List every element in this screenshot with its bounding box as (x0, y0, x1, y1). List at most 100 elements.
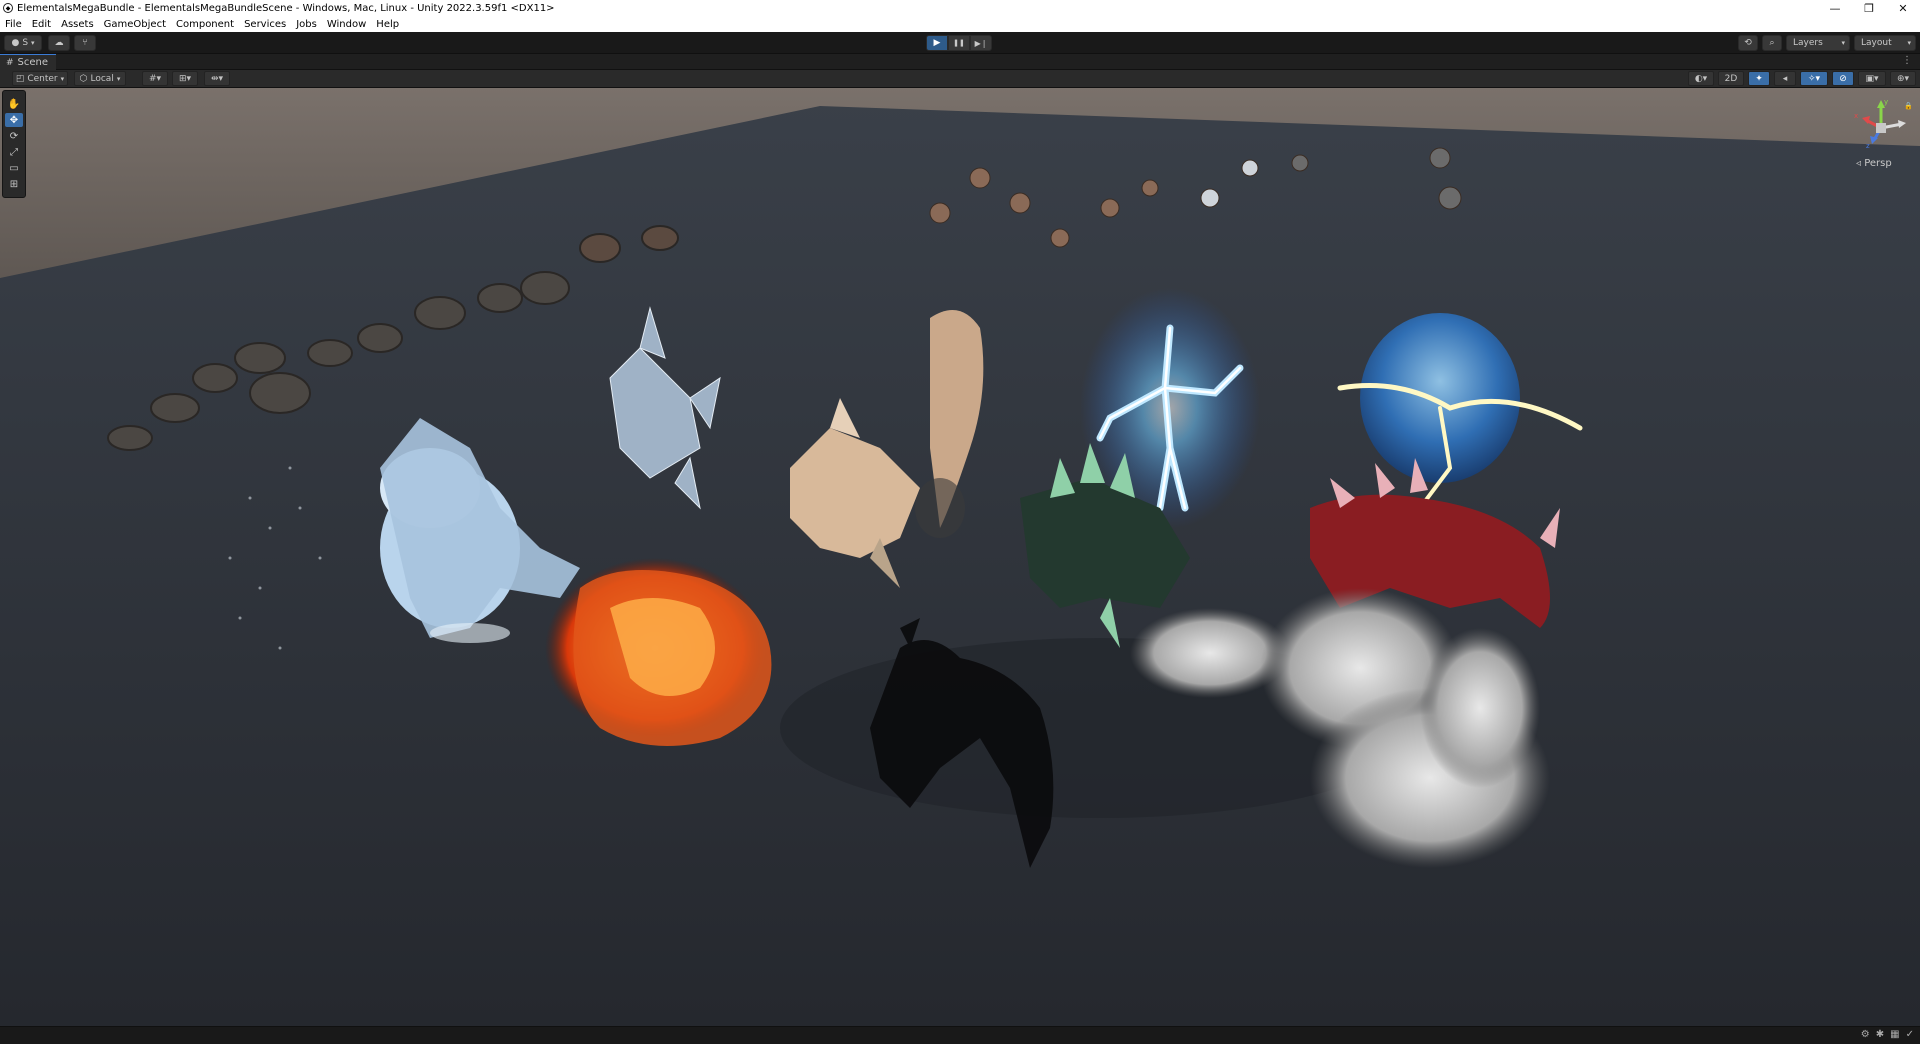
minimize-button[interactable]: — (1818, 0, 1852, 16)
center-icon: ◰ (15, 73, 25, 84)
local-icon: ⬡ (79, 73, 88, 84)
cache-icon[interactable]: ▦ (1890, 1029, 1899, 1040)
account-icon: ● (11, 38, 20, 48)
close-button[interactable]: ✕ (1886, 0, 1920, 16)
undo-history-button[interactable]: ⟲ (1738, 35, 1758, 51)
window-controls: — ❐ ✕ (1818, 0, 1920, 16)
effects-icon: ✧▾ (1807, 73, 1821, 84)
pivot-rotation-label: Local (90, 73, 114, 84)
rotate-tool-icon[interactable]: ⟳ (5, 129, 23, 143)
play-controls: ▶ ❚❚ ▶❘ (926, 35, 992, 51)
status-bar: ⚙ ✱ ▦ ✓ (0, 1026, 1920, 1044)
rect-tool-icon[interactable]: ▭ (5, 161, 23, 175)
pivot-mode-label: Center (27, 73, 58, 84)
scale-tool-icon[interactable]: ⤢ (5, 145, 23, 159)
menu-assets[interactable]: Assets (56, 19, 99, 30)
scene-render (0, 88, 1920, 1026)
gizmos-dropdown[interactable]: ⊕▾ (1890, 71, 1916, 86)
account-dropdown[interactable]: ● S ▾ (4, 35, 42, 51)
camera-icon: ▣▾ (1865, 73, 1879, 84)
grid-icon: # (6, 57, 14, 68)
gizmo-y-label: y (1884, 98, 1888, 106)
perspective-icon: ◃ (1856, 158, 1862, 169)
cloud-icon: ☁ (54, 38, 64, 48)
layers-dropdown[interactable]: Layers ▾ (1786, 35, 1850, 51)
lighting-toggle[interactable]: ✦ (1748, 71, 1770, 86)
account-label: S (22, 38, 29, 48)
restore-button[interactable]: ❐ (1852, 0, 1886, 16)
window-title: ElementalsMegaBundle - ElementalsMegaBun… (17, 2, 555, 14)
increment-snapping-dropdown[interactable]: ⇹▾ (204, 71, 230, 86)
scene-viewport[interactable]: ✋ ✥ ⟳ ⤢ ▭ ⊞ y x z 🔒 ◃ Persp (0, 88, 1920, 1026)
speaker-icon: ◂ (1782, 73, 1788, 84)
projection-label: Persp (1864, 158, 1892, 169)
projection-toggle[interactable]: ◃ Persp (1856, 158, 1892, 169)
shading-icon: ◐▾ (1694, 73, 1708, 84)
version-control-button[interactable]: ⑂ (74, 35, 96, 51)
orientation-gizmo[interactable]: y x z 🔒 (1850, 96, 1912, 166)
pause-button[interactable]: ❚❚ (948, 35, 970, 51)
menu-jobs[interactable]: Jobs (291, 19, 322, 30)
main-toolbar: ● S ▾ ☁ ⑂ ▶ ❚❚ ▶❘ ⟲ ⌕ Layers ▾ Layout ▾ (0, 32, 1920, 54)
grid-snapping-dropdown[interactable]: ⊞▾ (172, 71, 198, 86)
move-tool-icon[interactable]: ✥ (5, 113, 23, 127)
menu-file[interactable]: File (0, 19, 27, 30)
chevron-down-icon: ▾ (31, 39, 35, 47)
chevron-down-icon: ▾ (116, 74, 121, 83)
play-button[interactable]: ▶ (926, 35, 948, 51)
search-button[interactable]: ⌕ (1762, 35, 1782, 51)
menu-gameobject[interactable]: GameObject (99, 19, 171, 30)
grid-visibility-dropdown[interactable]: #▾ (142, 71, 168, 86)
menu-services[interactable]: Services (239, 19, 291, 30)
light-bulb-icon: ✦ (1755, 73, 1763, 84)
gizmo-x-label: x (1854, 112, 1858, 120)
chevron-down-icon: ▾ (1907, 39, 1911, 47)
tab-scene[interactable]: # Scene (0, 54, 57, 70)
audio-toggle[interactable]: ◂ (1774, 71, 1796, 86)
grid-icon: #▾ (148, 73, 162, 84)
snap-icon: ⊞▾ (178, 73, 192, 84)
more-options-icon[interactable]: ⋮ (1902, 55, 1912, 66)
tools-overlay: ✋ ✥ ⟳ ⤢ ▭ ⊞ (2, 90, 26, 198)
search-icon: ⌕ (1769, 38, 1775, 48)
branch-icon: ⑂ (82, 38, 88, 48)
draw-mode-dropdown[interactable]: ◐▾ (1688, 71, 1714, 86)
status-icons: ⚙ ✱ ▦ ✓ (1861, 1029, 1914, 1040)
toggle-2d-button[interactable]: 2D (1718, 71, 1744, 86)
menu-window[interactable]: Window (322, 19, 371, 30)
gizmo-z-label: z (1866, 142, 1870, 150)
gizmo-globe-icon: ⊕▾ (1896, 73, 1910, 84)
chevron-down-icon: ▾ (60, 74, 65, 83)
menu-help[interactable]: Help (371, 19, 404, 30)
lock-icon[interactable]: 🔒 (1904, 102, 1912, 110)
scene-tab-bar: # Scene ⋮ (0, 54, 1920, 70)
pivot-rotation-dropdown[interactable]: ⬡ Local ▾ (74, 71, 126, 86)
unity-logo-icon: ◆ (3, 3, 13, 13)
menu-edit[interactable]: Edit (27, 19, 56, 30)
step-icon: ▶❘ (974, 38, 988, 48)
chevron-down-icon: ▾ (1841, 39, 1845, 47)
layout-dropdown[interactable]: Layout ▾ (1854, 35, 1916, 51)
scene-view-toolbar: ◰ Center ▾ ⬡ Local ▾ #▾ ⊞▾ ⇹▾ ◐▾ 2D ✦ ◂ … (0, 70, 1920, 88)
increment-icon: ⇹▾ (210, 73, 224, 84)
tab-scene-label: Scene (17, 57, 49, 68)
pivot-mode-dropdown[interactable]: ◰ Center ▾ (12, 71, 68, 86)
hand-tool-icon[interactable]: ✋ (5, 97, 23, 111)
camera-settings-dropdown[interactable]: ▣▾ (1858, 71, 1886, 86)
debug-icon[interactable]: ⚙ (1861, 1029, 1870, 1040)
menu-bar: File Edit Assets GameObject Component Se… (0, 16, 1920, 32)
cloud-button[interactable]: ☁ (48, 35, 70, 51)
check-icon[interactable]: ✓ (1906, 1029, 1914, 1040)
window-titlebar: ◆ ElementalsMegaBundle - ElementalsMegaB… (0, 0, 1920, 16)
pause-icon: ❚❚ (953, 39, 965, 47)
bug-icon[interactable]: ✱ (1876, 1029, 1884, 1040)
effects-dropdown[interactable]: ✧▾ (1800, 71, 1828, 86)
layers-label: Layers (1793, 38, 1823, 48)
hidden-objects-toggle[interactable]: ⊘ (1832, 71, 1854, 86)
menu-component[interactable]: Component (171, 19, 239, 30)
play-icon: ▶ (933, 38, 941, 48)
step-button[interactable]: ▶❘ (970, 35, 992, 51)
transform-tool-icon[interactable]: ⊞ (5, 177, 23, 191)
toggle-2d-label: 2D (1724, 73, 1738, 84)
history-icon: ⟲ (1744, 38, 1752, 48)
